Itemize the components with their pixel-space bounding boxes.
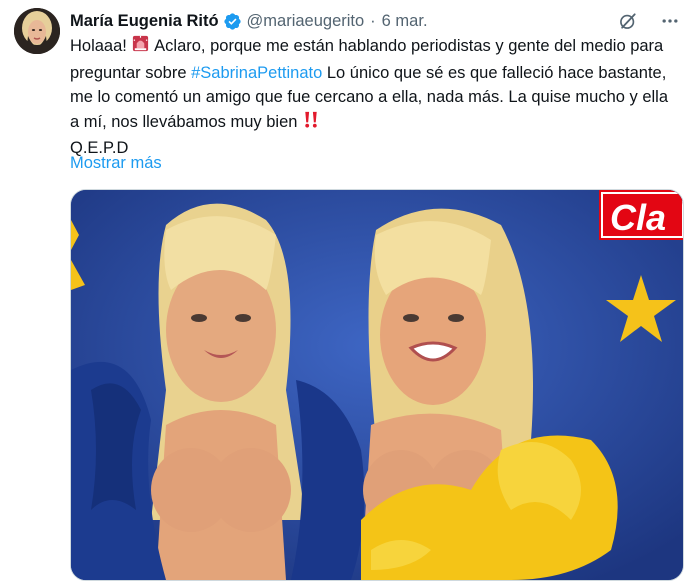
show-more-link[interactable]: Mostrar más	[70, 151, 162, 175]
more-icon[interactable]	[660, 11, 680, 31]
tweet-text: Holaaa! Aclaro, porque me están hablando…	[70, 34, 670, 161]
tweet-header: María Eugenia Ritó @mariaeugerito · 6 ma…	[70, 10, 680, 32]
magazine-logo-text: Cla	[610, 197, 666, 238]
tweet-media-image[interactable]: Cla	[70, 189, 684, 581]
author-name[interactable]: María Eugenia Ritó	[70, 12, 219, 31]
avatar[interactable]	[14, 8, 60, 54]
siren-emoji-icon	[131, 34, 150, 61]
grok-icon[interactable]	[618, 11, 638, 31]
hashtag-link[interactable]: #SabrinaPettinato	[191, 64, 322, 82]
tweet-text-intro: Holaaa!	[70, 37, 127, 55]
separator-dot: ·	[370, 11, 376, 30]
double-exclamation-emoji-icon	[302, 110, 320, 137]
avatar-image	[14, 8, 60, 54]
verified-badge-icon[interactable]	[223, 12, 242, 31]
tweet-date[interactable]: 6 mar.	[382, 12, 428, 31]
author-handle[interactable]: @mariaeugerito	[247, 12, 365, 31]
